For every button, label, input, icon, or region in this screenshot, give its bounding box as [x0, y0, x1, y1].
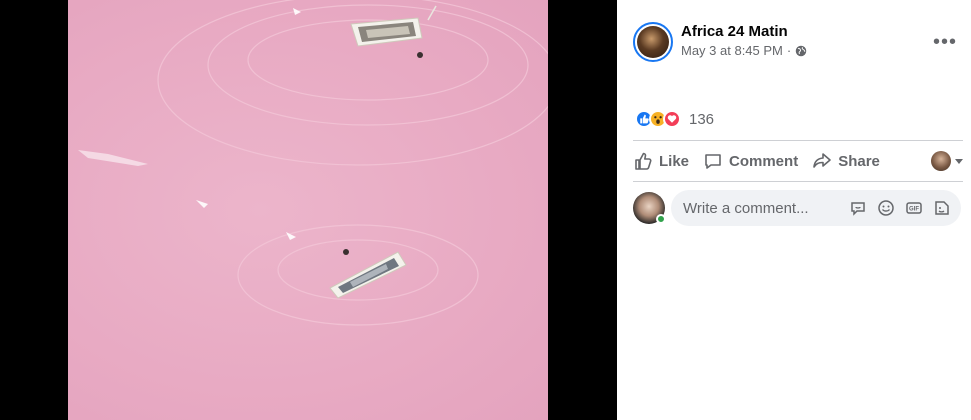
like-button[interactable]: Like	[633, 151, 689, 171]
bottom-boat	[329, 249, 407, 299]
user-avatar-small	[931, 151, 951, 171]
chevron-down-icon	[955, 158, 963, 164]
divider-top	[633, 140, 963, 141]
globe-icon[interactable]	[795, 45, 807, 57]
post-side-panel: Africa 24 Matin May 3 at 8:45 PM · ••• 1…	[617, 0, 971, 420]
comment-tools: GIF	[849, 199, 951, 217]
share-button[interactable]: Share	[812, 151, 880, 171]
comment-icon	[705, 154, 721, 169]
love-reaction-icon	[663, 110, 681, 128]
sticker-icon[interactable]	[849, 199, 867, 217]
reactions-summary[interactable]: 136	[635, 108, 714, 130]
comment-button[interactable]: Comment	[703, 151, 798, 171]
comment-input[interactable]	[683, 190, 833, 226]
svg-text:GIF: GIF	[909, 207, 919, 213]
post-actions: Like Comment Share	[633, 146, 963, 176]
comment-composer: GIF	[633, 190, 963, 226]
meta-separator: ·	[786, 43, 792, 58]
reaction-count: 136	[689, 110, 715, 128]
more-horizontal-icon[interactable]: •••	[931, 28, 959, 56]
photo-scene	[78, 0, 548, 326]
online-status-dot	[656, 214, 666, 224]
photo-viewer	[0, 0, 617, 420]
post-timestamp[interactable]: May 3 at 8:45 PM	[681, 43, 783, 58]
page-name-link[interactable]: Africa 24 Matin	[681, 23, 788, 40]
react-as-selector[interactable]	[931, 151, 963, 171]
post-header: Africa 24 Matin May 3 at 8:45 PM · •••	[633, 20, 963, 64]
divider-bottom	[633, 181, 963, 182]
comment-box[interactable]: GIF	[671, 190, 961, 226]
emoji-icon[interactable]	[877, 199, 895, 217]
share-icon	[813, 153, 831, 168]
gif-icon[interactable]: GIF	[905, 199, 923, 217]
post-meta: May 3 at 8:45 PM ·	[681, 43, 807, 58]
share-label: Share	[838, 152, 880, 170]
page-avatar[interactable]	[633, 22, 673, 62]
top-boat	[350, 5, 437, 58]
thumbs-up-icon	[635, 152, 652, 170]
camera-sticker-icon[interactable]	[933, 199, 951, 217]
comment-label: Comment	[729, 152, 799, 170]
post-photo[interactable]	[68, 0, 548, 420]
like-label: Like	[659, 152, 690, 170]
